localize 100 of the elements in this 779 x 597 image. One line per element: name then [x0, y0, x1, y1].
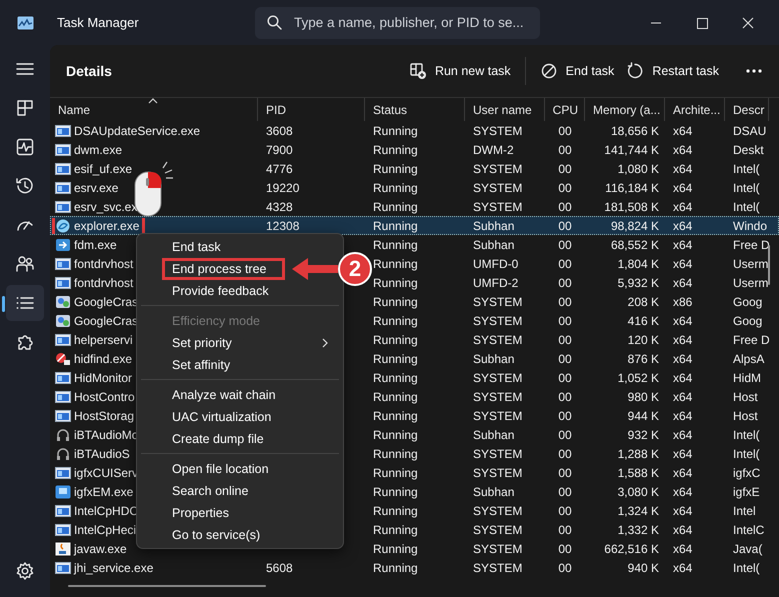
table-cell: x64 [673, 428, 692, 442]
table-cell: 876 K [628, 352, 659, 366]
table-cell: dwm.exe [74, 142, 122, 156]
table-cell: 00 [558, 428, 572, 442]
table-cell: Running [373, 484, 418, 498]
people-icon [15, 254, 35, 274]
table-cell: igfxEM.exe [74, 484, 134, 498]
toolbar-button[interactable]: Restart task [620, 56, 725, 86]
table-cell: 120 K [628, 332, 659, 346]
menu-item[interactable]: Go to service(s) [137, 524, 343, 546]
table-cell: iBTAudioS [74, 446, 130, 460]
column-header[interactable]: Status [373, 102, 408, 116]
table-cell: x64 [673, 390, 692, 404]
cancel-icon [540, 62, 558, 80]
search-input[interactable]: Type a name, publisher, or PID to se... [294, 15, 540, 30]
menu-item[interactable]: Create dump file [137, 428, 343, 450]
table-cell: 00 [558, 446, 572, 460]
more-icon [745, 68, 763, 74]
table-cell: esrv_svc.ex [74, 200, 138, 214]
toolbar-button[interactable]: End task [534, 56, 620, 86]
process-icon [55, 200, 71, 214]
process-icon [55, 294, 71, 308]
table-cell: Host [733, 408, 758, 422]
table-cell: 1,288 K [618, 446, 659, 460]
table-cell: SYSTEM [473, 162, 522, 176]
menu-item[interactable]: Properties [137, 502, 343, 524]
table-cell: SYSTEM [473, 560, 522, 574]
process-icon [55, 522, 71, 536]
menu-item[interactable]: UAC virtualization [137, 406, 343, 428]
table-cell: x64 [673, 314, 692, 328]
table-cell: 12308 [266, 218, 300, 232]
table-cell: 7900 [266, 142, 293, 156]
table-cell: UMFD-0 [473, 256, 518, 270]
menu-item[interactable]: Set priority [137, 332, 343, 354]
column-header[interactable]: Memory (a... [593, 102, 660, 116]
table-cell: SYSTEM [473, 446, 522, 460]
menu-item[interactable]: Open file location [137, 458, 343, 480]
table-cell: IntelCpHDC [74, 504, 138, 518]
table-cell: HostContro [74, 390, 135, 404]
table-cell: SYSTEM [473, 390, 522, 404]
table-cell: Running [373, 238, 418, 252]
table-cell: SYSTEM [473, 504, 522, 518]
table-cell: fdm.exe [74, 238, 117, 252]
scrollbar[interactable] [768, 245, 770, 285]
table-cell: Windo [733, 218, 768, 232]
table-cell: 00 [558, 352, 572, 366]
column-header[interactable]: Descr [733, 102, 764, 116]
column-header[interactable]: CPU [552, 102, 578, 116]
app-icon [17, 16, 34, 30]
table-cell: 68,552 K [610, 238, 659, 252]
menu-item[interactable]: Set affinity [137, 354, 343, 376]
search-field[interactable]: Type a name, publisher, or PID to se... [255, 6, 540, 38]
table-cell: esrv.exe [74, 180, 118, 194]
table-cell: 932 K [628, 428, 659, 442]
column-header[interactable]: User name [473, 102, 532, 116]
table-cell: SYSTEM [473, 314, 522, 328]
table-cell: 00 [558, 332, 572, 346]
table-cell: Running [373, 352, 418, 366]
process-icon [55, 218, 71, 232]
table-cell: Running [373, 542, 418, 556]
table-cell: x86 [673, 294, 692, 308]
table-cell: Running [373, 466, 418, 480]
table-cell: 1,324 K [618, 504, 659, 518]
page-title: Details [66, 63, 112, 79]
window-title: Task Manager [57, 15, 140, 30]
table-cell: SYSTEM [473, 294, 522, 308]
process-icon [55, 332, 71, 346]
menu-item[interactable]: Search online [137, 480, 343, 502]
menu-item[interactable]: Analyze wait chain [137, 384, 343, 406]
table-cell: Userm [733, 276, 768, 290]
table-cell: igfxCUIServ [74, 466, 138, 480]
table-cell: x64 [673, 408, 692, 422]
table-cell: Intel( [733, 180, 760, 194]
table-cell: fontdrvhost [74, 276, 134, 290]
table-cell: DSAUpdateService.exe [74, 124, 200, 138]
table-cell: 00 [558, 180, 572, 194]
menu-item[interactable]: End process tree [162, 258, 285, 280]
table-cell: 00 [558, 124, 572, 138]
scrollbar[interactable] [68, 585, 266, 587]
process-icon [55, 352, 71, 366]
table-cell: 00 [558, 542, 572, 556]
table-cell: SYSTEM [473, 200, 522, 214]
toolbar-button[interactable]: Run new task [402, 56, 517, 86]
table-cell: Running [373, 428, 418, 442]
search-icon [267, 15, 282, 30]
table-cell: 00 [558, 466, 572, 480]
table-cell: 98,824 K [610, 218, 659, 232]
table-cell: Userm [733, 256, 768, 270]
table-cell: 19220 [266, 180, 300, 194]
column-header[interactable]: Name [58, 102, 90, 116]
column-header[interactable]: Archite... [673, 102, 720, 116]
table-cell: SYSTEM [473, 332, 522, 346]
table-cell: 00 [558, 390, 572, 404]
table-cell: DSAU [733, 124, 766, 138]
table-cell: x64 [673, 162, 692, 176]
table-cell: x64 [673, 238, 692, 252]
column-header[interactable]: PID [266, 102, 286, 116]
table-cell: x64 [673, 218, 692, 232]
table-cell: 944 K [628, 408, 659, 422]
table-cell: 00 [558, 276, 572, 290]
